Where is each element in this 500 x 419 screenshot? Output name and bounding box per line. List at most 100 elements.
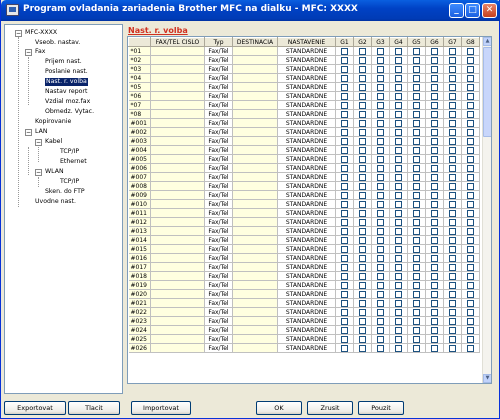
group-checkbox[interactable] — [467, 263, 474, 271]
print-button[interactable]: Tlacit — [68, 401, 120, 415]
group-checkbox[interactable] — [395, 227, 402, 235]
group-checkbox[interactable] — [467, 236, 474, 244]
group-checkbox[interactable] — [467, 128, 474, 136]
group-checkbox[interactable] — [359, 200, 366, 208]
destination-cell[interactable] — [232, 334, 278, 344]
group-checkbox[interactable] — [359, 290, 366, 298]
destination-cell[interactable] — [232, 118, 278, 128]
group-checkbox[interactable] — [449, 281, 456, 289]
type-cell[interactable]: Fax/Tel — [204, 136, 233, 146]
group-checkbox[interactable] — [431, 110, 438, 118]
destination-cell[interactable] — [232, 127, 278, 137]
destination-cell[interactable] — [232, 190, 278, 200]
group-checkbox[interactable] — [341, 227, 348, 235]
fax-number-cell[interactable] — [150, 91, 205, 101]
group-checkbox[interactable] — [467, 92, 474, 100]
group-checkbox[interactable] — [395, 245, 402, 253]
group-checkbox[interactable] — [341, 254, 348, 262]
group-checkbox[interactable] — [341, 317, 348, 325]
group-checkbox[interactable] — [395, 74, 402, 82]
destination-cell[interactable] — [232, 208, 278, 218]
group-checkbox[interactable] — [467, 83, 474, 91]
fax-number-cell[interactable] — [150, 127, 205, 137]
group-checkbox[interactable] — [395, 263, 402, 271]
type-cell[interactable]: Fax/Tel — [204, 262, 233, 272]
group-checkbox[interactable] — [431, 254, 438, 262]
fax-number-cell[interactable] — [150, 199, 205, 209]
type-cell[interactable]: Fax/Tel — [204, 46, 233, 56]
group-checkbox[interactable] — [377, 146, 384, 154]
group-checkbox[interactable] — [467, 137, 474, 145]
type-cell[interactable]: Fax/Tel — [204, 325, 233, 335]
destination-cell[interactable] — [232, 235, 278, 245]
destination-cell[interactable] — [232, 280, 278, 290]
group-checkbox[interactable] — [431, 218, 438, 226]
group-checkbox[interactable] — [449, 245, 456, 253]
group-checkbox[interactable] — [395, 308, 402, 316]
group-checkbox[interactable] — [467, 146, 474, 154]
group-checkbox[interactable] — [467, 65, 474, 73]
setting-cell[interactable]: STANDARDNE — [277, 253, 336, 263]
tree-item-speed-dial[interactable]: Nast. r. volba — [45, 78, 88, 86]
minimize-button[interactable]: _ — [449, 3, 464, 18]
setting-cell[interactable]: STANDARDNE — [277, 73, 336, 83]
fax-number-cell[interactable] — [150, 208, 205, 218]
group-checkbox[interactable] — [341, 335, 348, 343]
group-checkbox[interactable] — [359, 254, 366, 262]
group-checkbox[interactable] — [341, 146, 348, 154]
group-checkbox[interactable] — [449, 56, 456, 64]
group-checkbox[interactable] — [413, 272, 420, 280]
tree-item-ethernet[interactable]: Ethernet — [60, 158, 87, 166]
group-checkbox[interactable] — [377, 92, 384, 100]
group-checkbox[interactable] — [413, 173, 420, 181]
destination-cell[interactable] — [232, 226, 278, 236]
group-checkbox[interactable] — [359, 65, 366, 73]
tree-item-scan-ftp[interactable]: Sken. do FTP — [45, 188, 85, 196]
collapse-icon[interactable]: − — [15, 30, 22, 37]
fax-number-cell[interactable] — [150, 226, 205, 236]
destination-cell[interactable] — [232, 82, 278, 92]
type-cell[interactable]: Fax/Tel — [204, 298, 233, 308]
tree-item-receive[interactable]: Prijem nast. — [45, 58, 82, 66]
type-cell[interactable]: Fax/Tel — [204, 163, 233, 173]
fax-number-cell[interactable] — [150, 298, 205, 308]
group-checkbox[interactable] — [359, 209, 366, 217]
group-checkbox[interactable] — [413, 281, 420, 289]
fax-number-cell[interactable] — [150, 262, 205, 272]
setting-cell[interactable]: STANDARDNE — [277, 163, 336, 173]
scroll-thumb[interactable] — [483, 47, 491, 137]
group-checkbox[interactable] — [377, 137, 384, 145]
group-checkbox[interactable] — [377, 110, 384, 118]
group-checkbox[interactable] — [413, 236, 420, 244]
group-checkbox[interactable] — [467, 299, 474, 307]
type-cell[interactable]: Fax/Tel — [204, 334, 233, 344]
tree-item-general[interactable]: Vseob. nastav. — [35, 39, 80, 47]
group-checkbox[interactable] — [449, 344, 456, 352]
group-checkbox[interactable] — [359, 83, 366, 91]
group-checkbox[interactable] — [431, 272, 438, 280]
group-checkbox[interactable] — [377, 200, 384, 208]
group-checkbox[interactable] — [467, 119, 474, 127]
group-checkbox[interactable] — [395, 200, 402, 208]
group-checkbox[interactable] — [413, 110, 420, 118]
group-checkbox[interactable] — [359, 281, 366, 289]
group-checkbox[interactable] — [377, 209, 384, 217]
group-checkbox[interactable] — [395, 83, 402, 91]
group-checkbox[interactable] — [377, 236, 384, 244]
group-checkbox[interactable] — [431, 299, 438, 307]
group-checkbox[interactable] — [395, 317, 402, 325]
destination-cell[interactable] — [232, 73, 278, 83]
group-checkbox[interactable] — [377, 326, 384, 334]
group-checkbox[interactable] — [413, 191, 420, 199]
fax-number-cell[interactable] — [150, 64, 205, 74]
destination-cell[interactable] — [232, 64, 278, 74]
group-checkbox[interactable] — [431, 335, 438, 343]
group-checkbox[interactable] — [431, 326, 438, 334]
group-checkbox[interactable] — [341, 326, 348, 334]
group-checkbox[interactable] — [377, 317, 384, 325]
group-checkbox[interactable] — [413, 137, 420, 145]
type-cell[interactable]: Fax/Tel — [204, 190, 233, 200]
type-cell[interactable]: Fax/Tel — [204, 118, 233, 128]
group-checkbox[interactable] — [395, 182, 402, 190]
group-checkbox[interactable] — [467, 245, 474, 253]
